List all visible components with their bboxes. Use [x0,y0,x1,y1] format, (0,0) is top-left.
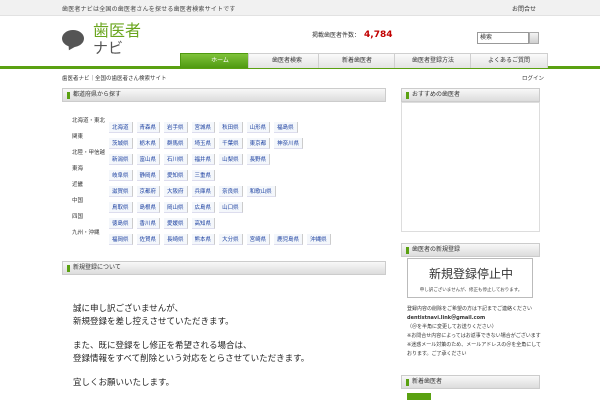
counter-label: 掲載歯医者件数： [312,32,361,39]
region-name: 中国 [72,198,84,204]
tab-search[interactable]: 歯医者検索 [248,53,326,68]
site-tagline: 歯医者ナビは全国の歯医者さんを探せる歯医者検索サイトです [62,6,236,13]
sidebar-heading-register: 歯医者の新規登録 [401,243,540,257]
counter-value: 4,784 [364,30,393,40]
notice-section-heading: 新規登録について [62,261,386,275]
notice-paragraph: また、既に登録をし修正を希望される場合は、 登録情報をすべて削除という対応をとら… [73,341,310,364]
region-name: 北陸・甲信越 [72,150,106,156]
search-input[interactable]: 検索 [477,32,529,44]
listing-counter: 掲載歯医者件数： 4,784 [312,30,392,40]
logo-text-line1: 歯医者 [93,21,142,40]
new-badge [407,393,431,400]
contact-line: ※お問合せ内容によってはお返事できない場合がございます [407,333,541,339]
login-link[interactable]: ログイン [522,74,544,82]
region-name: 東海 [72,166,84,172]
tab-register[interactable]: 歯医者登録方法 [394,53,472,68]
notice-text: 誠に申し訳ございませんが、 新規登録を差し控えさせていただきます。 また、既に登… [73,303,309,400]
pref-link[interactable]: 福岡県 [109,234,133,245]
contact-link[interactable]: お問合せ [512,4,536,13]
region-row: 東海 岐阜県 静岡県 愛知県 三重県 [72,162,372,181]
region-row: 四国 徳島県 香川県 愛媛県 高知県 [72,210,372,229]
recommended-box [401,102,540,232]
pref-link[interactable]: 佐賀県 [136,234,161,245]
pref-link[interactable]: 鹿児島県 [274,234,304,245]
contact-info: 登録内容の削除をご希望の方は下記までご連絡ください dentistnavi.li… [407,305,542,359]
region-row: 九州・沖縄 福岡県 佐賀県 長崎県 熊本県 大分県 宮崎県 鹿児島県 沖縄県 [72,226,372,245]
tab-faq[interactable]: よくあるご質問 [470,53,548,68]
region-name: 九州・沖縄 [72,230,100,236]
notice-paragraph: 宜しくお願いいたします。 [73,378,175,388]
search-form: 検索 [477,32,539,44]
region-row: 中国 鳥取県 島根県 岡山県 広島県 山口県 [72,194,372,213]
notice-paragraph: 誠に申し訳ございませんが、 新規登録を差し控えさせていただきます。 [73,304,234,327]
contact-line: （＠を半角に変更してお送りください） [407,324,497,330]
region-name: 北海道・東北 [72,118,106,124]
pref-link[interactable]: 長崎県 [164,234,188,245]
banner-subtitle: 申し訳ございませんが、修正も停止しております。 [419,288,523,293]
region-list: 北海道・東北 北海道 青森県 岩手県 宮城県 秋田県 山形県 福島県 関東 茨城県 栃木県 群馬… [72,114,372,245]
sidebar-heading-new: 新着歯医者 [401,375,540,389]
region-row: 北海道・東北 北海道 青森県 岩手県 宮城県 秋田県 山形県 福島県 [72,114,372,133]
region-row: 北陸・甲信越 新潟県 富山県 石川県 福井県 山梨県 長野県 [72,146,372,165]
pref-link[interactable]: 大分県 [219,234,243,245]
contact-line: 登録内容の削除をご希望の方は下記までご連絡ください [407,306,533,312]
banner-title: 新規登録停止中 [428,267,513,281]
site-logo[interactable]: 歯医者 ナビ [62,21,152,57]
top-bar: 歯医者ナビは全国の歯医者さんを探せる歯医者検索サイトです お問合せ [0,0,600,16]
sidebar-heading-recommended: おすすめの歯医者 [401,88,540,102]
pref-link[interactable]: 宮崎県 [246,234,271,245]
pref-link[interactable]: 沖縄県 [307,234,331,245]
region-row: 近畿 滋賀県 京都府 大阪府 兵庫県 奈良県 和歌山県 [72,178,372,197]
search-button[interactable] [529,32,539,44]
region-name: 近畿 [72,182,84,188]
region-name: 関東 [72,134,84,140]
contact-line: ※迷惑メール対策のため、メールアドレスの＠を全角にしております。ご了承ください [407,342,542,357]
pref-link[interactable]: 熊本県 [191,234,216,245]
breadcrumb[interactable]: 歯医者ナビ｜全国の歯医者さん検索サイト [62,74,167,82]
region-section-heading: 都道府県から探す [62,88,386,102]
tab-new[interactable]: 新着歯医者 [318,53,396,68]
main-nav: ホーム 歯医者検索 新着歯医者 歯医者登録方法 よくあるご質問 [0,53,600,69]
region-name: 四国 [72,214,84,220]
contact-email[interactable]: dentistnavi.link＠gmail.com [407,314,542,323]
region-row: 関東 茨城県 栃木県 群馬県 埼玉県 千葉県 東京都 神奈川県 [72,130,372,149]
registration-stopped-banner: 新規登録停止中 申し訳ございませんが、修正も停止しております。 [407,258,533,298]
